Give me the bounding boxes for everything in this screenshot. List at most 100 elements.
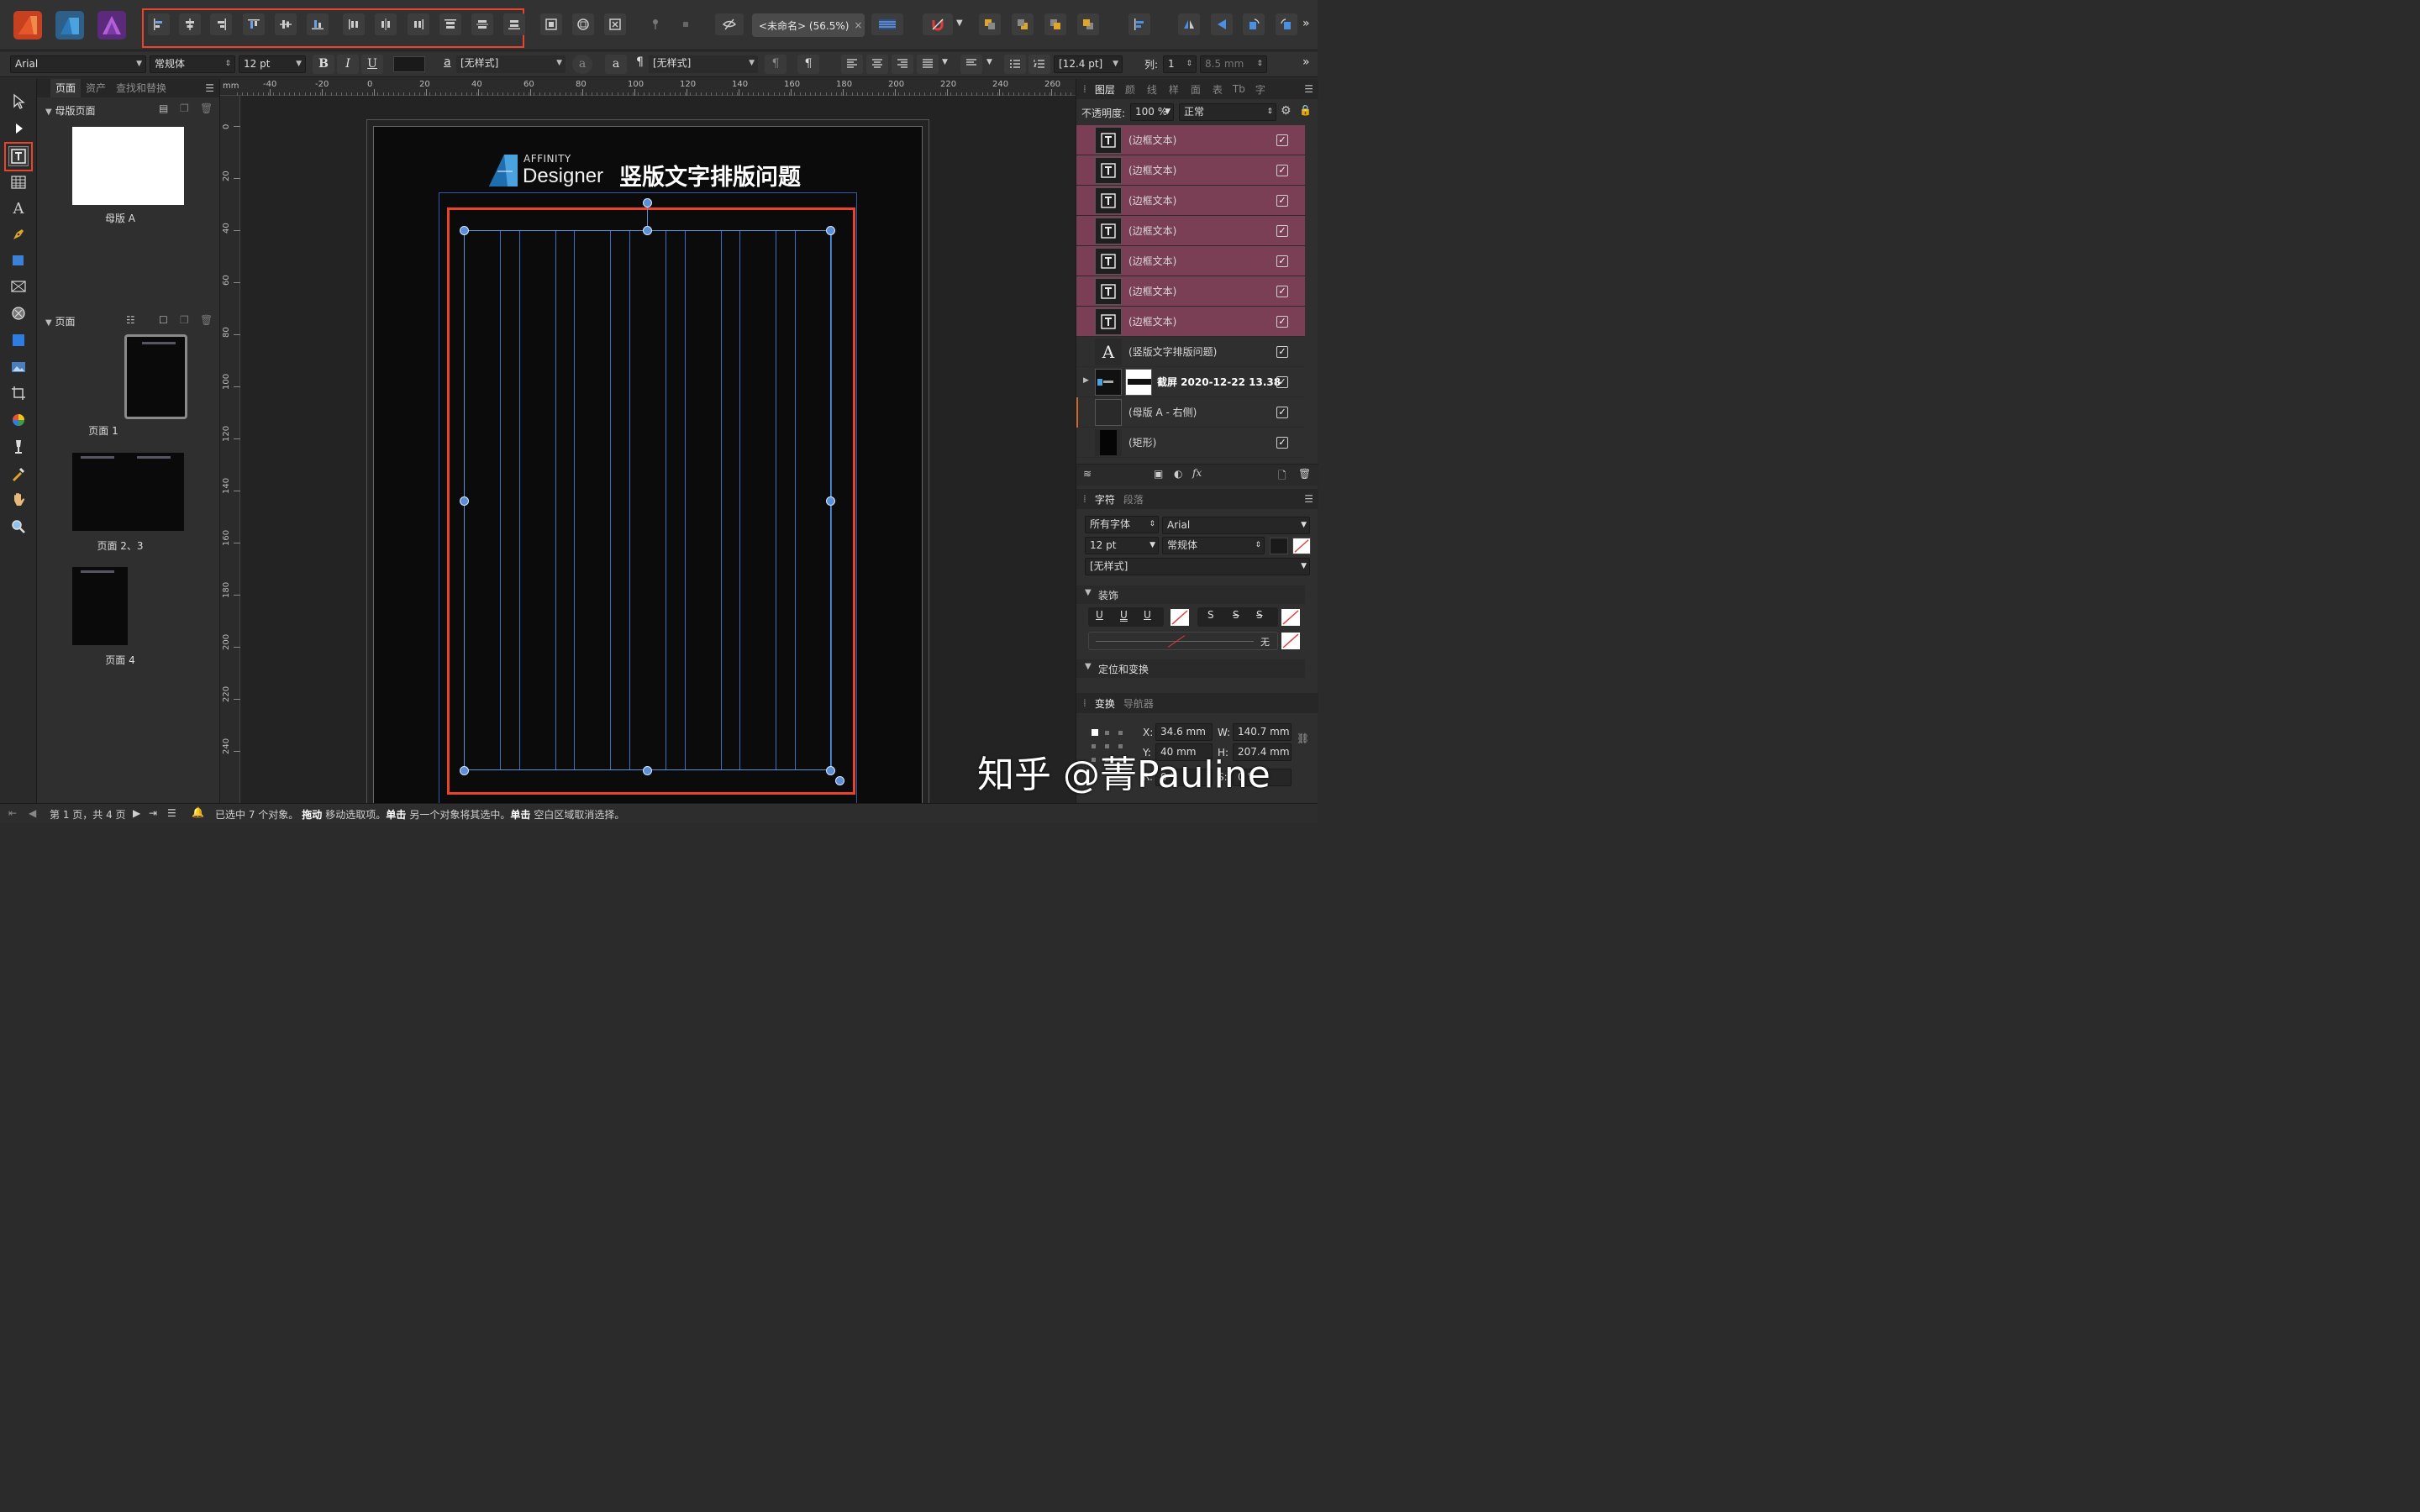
- snapping-magnet-icon[interactable]: [923, 13, 953, 35]
- pen-tool-icon[interactable]: [8, 224, 29, 244]
- layer-row[interactable]: (边框文本) ✓: [1076, 155, 1305, 186]
- artistic-text-tool-icon[interactable]: A: [8, 198, 29, 218]
- opacity-field[interactable]: 100 % ▼: [1130, 103, 1174, 121]
- tab-pages[interactable]: 页面: [50, 79, 82, 97]
- char-font-style-select[interactable]: 常规体 ⇕: [1162, 537, 1265, 554]
- distribute-top-button[interactable]: [439, 13, 461, 35]
- panel-menu-icon[interactable]: ☰: [205, 82, 214, 94]
- decoration-line-slider[interactable]: 无: [1088, 632, 1278, 650]
- arrange-backward-button[interactable]: [1012, 13, 1034, 35]
- layer-row[interactable]: (边框文本) ✓: [1076, 307, 1305, 337]
- last-page-icon[interactable]: ⇥: [149, 807, 157, 819]
- picture-frame-tool-icon[interactable]: [8, 276, 29, 297]
- columns-field[interactable]: 1 ⇕: [1163, 55, 1197, 73]
- page-options-icon[interactable]: ☷: [126, 314, 135, 326]
- align-left-button[interactable]: [148, 13, 170, 35]
- w-field[interactable]: 140.7 mm: [1233, 723, 1292, 741]
- tab-glyphs[interactable]: 字: [1255, 82, 1265, 97]
- master-section-header[interactable]: ▼ 母版页面: [45, 103, 96, 118]
- layer-row[interactable]: ▶ 截屏 2020-12-22 13.38 ✓: [1076, 367, 1305, 397]
- affinity-publisher-icon[interactable]: [13, 11, 42, 39]
- numbered-list-button[interactable]: [1028, 55, 1050, 74]
- node-tool-icon[interactable]: [8, 118, 29, 139]
- master-page-options-icon[interactable]: ▤: [159, 102, 168, 114]
- distribute-center-button[interactable]: [375, 13, 397, 35]
- flip-vertical-button[interactable]: [1211, 13, 1233, 35]
- layer-row[interactable]: A (竖版文字排版问题) ✓: [1076, 337, 1305, 367]
- layer-row[interactable]: (母版 A - 右侧) ✓: [1076, 397, 1305, 428]
- char-highlight-swatch[interactable]: [1292, 538, 1311, 554]
- layer-visibility-checkbox[interactable]: ✓: [1276, 316, 1288, 328]
- rotation-handle[interactable]: [643, 198, 652, 207]
- crop-tool-icon[interactable]: [8, 383, 29, 403]
- delete-master-icon[interactable]: 🗑: [200, 102, 213, 114]
- selection-handle-mr[interactable]: [826, 496, 835, 506]
- selection-handle-ml[interactable]: [460, 496, 469, 506]
- align-middle-button[interactable]: [275, 13, 297, 35]
- decoration-fill-swatch[interactable]: [1281, 633, 1300, 649]
- layer-stack-icon[interactable]: ≋: [1083, 468, 1092, 480]
- vertical-align-button[interactable]: [960, 55, 982, 74]
- toolbar-overflow-icon[interactable]: »: [1302, 17, 1310, 30]
- layer-row[interactable]: (边框文本) ✓: [1076, 246, 1305, 276]
- master-a-thumbnail[interactable]: [72, 127, 184, 205]
- font-family-select[interactable]: Arial ▼: [10, 55, 146, 73]
- tab-assets[interactable]: 资产: [81, 79, 111, 97]
- bold-button[interactable]: B: [313, 55, 334, 74]
- move-tool-icon[interactable]: [8, 92, 29, 112]
- place-image-tool-icon[interactable]: [8, 357, 29, 377]
- char-text-color-swatch[interactable]: [1270, 538, 1288, 554]
- char-style-circle-button[interactable]: a: [572, 55, 592, 74]
- first-page-icon[interactable]: ⇤: [8, 807, 17, 819]
- text-overflow-handle[interactable]: [835, 776, 844, 785]
- layer-row[interactable]: (矩形) ✓: [1076, 428, 1305, 458]
- layer-visibility-checkbox[interactable]: ✓: [1276, 225, 1288, 237]
- expand-layer-icon[interactable]: ▶: [1083, 376, 1089, 385]
- baseline-grid-button[interactable]: [871, 13, 903, 35]
- duplicate-master-icon[interactable]: ❐: [180, 102, 189, 114]
- flip-horizontal-button[interactable]: [1178, 13, 1200, 35]
- layer-settings-gear-icon[interactable]: ⚙: [1281, 104, 1292, 118]
- delete-layer-icon[interactable]: 🗑: [1298, 468, 1311, 480]
- align-text-right-button[interactable]: [892, 55, 913, 74]
- rotate-right-button[interactable]: [1276, 13, 1297, 35]
- tab-swatches[interactable]: 面: [1191, 82, 1201, 97]
- layers-menu-icon[interactable]: ☰: [1304, 83, 1313, 95]
- selection-handle-tl[interactable]: [460, 226, 469, 235]
- selection-handle-tc[interactable]: [643, 226, 652, 235]
- tab-character[interactable]: 字符: [1095, 492, 1115, 507]
- page-list-icon[interactable]: ☰: [167, 807, 176, 819]
- underline-button[interactable]: U: [361, 55, 383, 74]
- strike-single-button[interactable]: S: [1233, 609, 1239, 621]
- lock-icon[interactable]: 🔒: [1299, 104, 1312, 116]
- add-layer-icon[interactable]: 🗋: [1278, 468, 1286, 486]
- char-font-family-select[interactable]: Arial ▼: [1162, 517, 1310, 534]
- align-right-button[interactable]: [210, 13, 232, 35]
- layer-visibility-checkbox[interactable]: ✓: [1276, 376, 1288, 388]
- close-document-icon[interactable]: ×: [854, 19, 862, 31]
- zoom-tool-icon[interactable]: [8, 517, 29, 537]
- font-size-field[interactable]: 12 pt ▼: [239, 55, 306, 73]
- layer-row[interactable]: (边框文本) ✓: [1076, 216, 1305, 246]
- view-mode-bleed-button[interactable]: [572, 13, 594, 35]
- fx-icon[interactable]: fx: [1192, 467, 1202, 479]
- table-tool-icon[interactable]: [8, 172, 29, 192]
- strike-color-swatch[interactable]: [1281, 609, 1300, 626]
- char-style-select[interactable]: [无样式] ▼: [456, 55, 566, 73]
- justify-text-button[interactable]: [917, 55, 939, 74]
- italic-button[interactable]: I: [337, 55, 359, 74]
- arrange-front-button[interactable]: [1077, 13, 1099, 35]
- distribute-left-button[interactable]: [343, 13, 365, 35]
- page-2-3-thumbnail[interactable]: [72, 453, 184, 531]
- next-page-icon[interactable]: ▶: [133, 807, 140, 819]
- decoration-section-header[interactable]: ▼ 装饰: [1076, 585, 1305, 604]
- distribute-middle-button[interactable]: [471, 13, 493, 35]
- text-color-swatch[interactable]: [393, 56, 425, 72]
- selection-handle-tr[interactable]: [826, 226, 835, 235]
- arrange-back-button[interactable]: [979, 13, 1001, 35]
- ellipse-frame-tool-icon[interactable]: [8, 303, 29, 323]
- para-style-circle-button[interactable]: ¶: [765, 55, 786, 74]
- position-section-header[interactable]: ▼ 定位和变换: [1076, 659, 1305, 678]
- add-page-icon[interactable]: ☐: [159, 314, 168, 326]
- document-canvas[interactable]: AFFINITY Designer 竖版文字排版问题: [240, 96, 1076, 803]
